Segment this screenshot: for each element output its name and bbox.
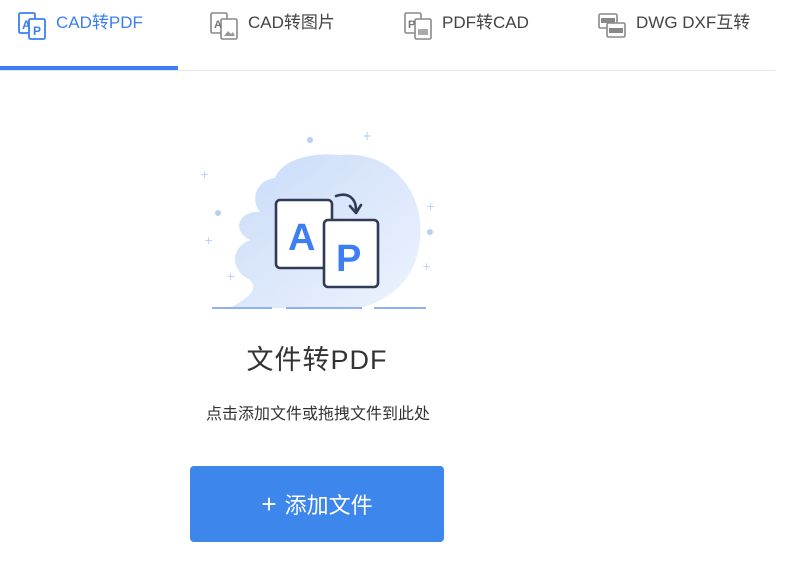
svg-text:+: + [426, 200, 435, 213]
svg-text:P: P [408, 19, 415, 31]
letter-a: A [288, 217, 315, 259]
tab-cad-to-pdf[interactable]: A P CAD转PDF [16, 0, 143, 70]
dot [427, 229, 433, 235]
svg-text:+: + [362, 129, 372, 143]
svg-text:P: P [33, 24, 41, 38]
cad-to-pdf-icon: A P [18, 12, 46, 40]
svg-text:A: A [214, 19, 222, 31]
drop-zone-title: 文件转PDF [246, 345, 388, 375]
svg-text:A: A [22, 18, 31, 32]
tab-bar: A P CAD转PDF A CAD转图片 P PDF转CAD DWG DXF互转 [0, 0, 775, 71]
drop-zone-hint: 点击添加文件或拖拽文件到此处 [205, 406, 430, 423]
tab-label: CAD转PDF [56, 13, 143, 32]
add-file-label: 添加文件 [284, 493, 373, 518]
tab-label: PDF转CAD [442, 13, 529, 32]
svg-text:+: + [422, 260, 431, 273]
tab-cad-to-image[interactable]: A CAD转图片 [208, 0, 335, 70]
tab-dwg-dxf-convert[interactable]: DWG DXF互转 [596, 0, 750, 70]
tab-pdf-to-cad[interactable]: P PDF转CAD [402, 0, 529, 70]
file-convert-illustration: + + + + + + A P [200, 129, 435, 309]
letter-p: P [336, 238, 361, 280]
cad-to-image-icon: A [210, 12, 238, 40]
tab-label: CAD转图片 [248, 13, 335, 32]
pdf-to-cad-icon: P [404, 12, 432, 40]
dot [307, 137, 313, 143]
active-tab-indicator [0, 66, 178, 70]
dot [215, 210, 221, 216]
svg-text:+: + [200, 168, 209, 181]
plus-icon: + [261, 489, 277, 519]
svg-text:+: + [204, 234, 213, 247]
svg-text:+: + [226, 270, 235, 283]
tab-label: DWG DXF互转 [636, 13, 751, 32]
dwg-dxf-convert-icon [598, 13, 626, 38]
add-file-button[interactable]: + 添加文件 [190, 466, 444, 542]
